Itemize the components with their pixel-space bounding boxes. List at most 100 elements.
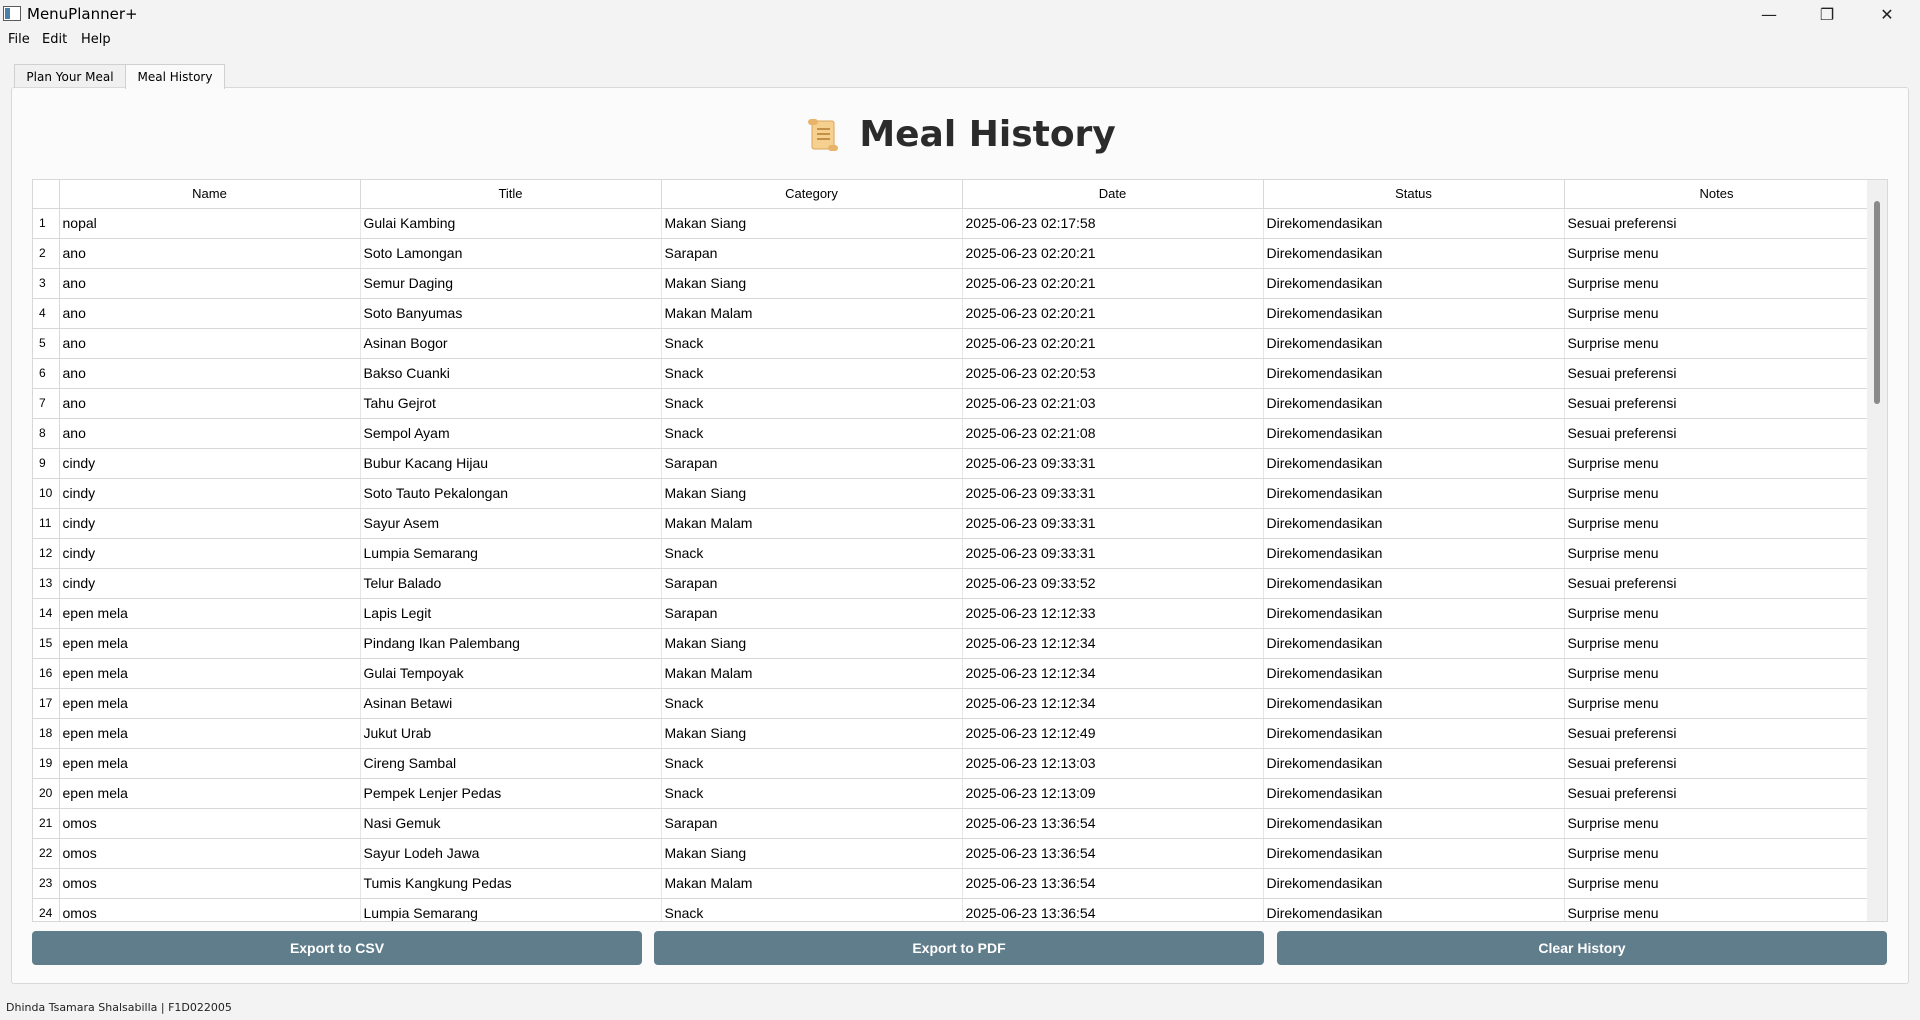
cell-title[interactable]: Soto Banyumas	[360, 298, 662, 329]
menu-edit[interactable]: Edit	[42, 32, 67, 47]
cell-category[interactable]: Makan Malam	[661, 298, 963, 329]
table-row[interactable]: 21 omos Nasi Gemuk Sarapan 2025-06-23 13:36:…	[33, 808, 1870, 839]
row-number[interactable]: 8	[33, 418, 60, 449]
row-number[interactable]: 12	[33, 538, 60, 569]
cell-date[interactable]: 2025-06-23 12:13:09	[962, 778, 1264, 809]
cell-notes[interactable]: Sesuai preferensi	[1564, 418, 1870, 449]
row-number[interactable]: 7	[33, 388, 60, 419]
cell-category[interactable]: Makan Malam	[661, 868, 963, 899]
table-row[interactable]: 14 epen mela Lapis Legit Sarapan 2025-06-23 …	[33, 598, 1870, 629]
table-row[interactable]: 19 epen mela Cireng Sambal Snack 2025-06-23 …	[33, 748, 1870, 779]
cell-name[interactable]: ano	[59, 238, 361, 269]
cell-category[interactable]: Sarapan	[661, 448, 963, 479]
close-button[interactable]: ✕	[1858, 0, 1916, 29]
cell-date[interactable]: 2025-06-23 02:20:21	[962, 298, 1264, 329]
cell-date[interactable]: 2025-06-23 12:13:03	[962, 748, 1264, 779]
cell-name[interactable]: ano	[59, 268, 361, 299]
tab-meal-history[interactable]: Meal History	[125, 64, 225, 89]
cell-status[interactable]: Direkomendasikan	[1263, 868, 1565, 899]
cell-name[interactable]: ano	[59, 298, 361, 329]
cell-category[interactable]: Snack	[661, 898, 963, 921]
cell-date[interactable]: 2025-06-23 12:12:33	[962, 598, 1264, 629]
cell-status[interactable]: Direkomendasikan	[1263, 298, 1565, 329]
cell-title[interactable]: Semur Daging	[360, 268, 662, 299]
table-row[interactable]: 9 cindy Bubur Kacang Hijau Sarapan 2025-06-2…	[33, 448, 1870, 479]
cell-notes[interactable]: Surprise menu	[1564, 628, 1870, 659]
cell-date[interactable]: 2025-06-23 02:20:21	[962, 238, 1264, 269]
cell-name[interactable]: epen mela	[59, 688, 361, 719]
cell-name[interactable]: cindy	[59, 448, 361, 479]
history-table[interactable]: Name Title Category Date Status Notes 1n…	[32, 179, 1888, 922]
minimize-button[interactable]: —	[1740, 0, 1798, 29]
table-row[interactable]: 12 cindy Lumpia Semarang Snack 2025-06-23 09…	[33, 538, 1870, 569]
cell-date[interactable]: 2025-06-23 09:33:31	[962, 478, 1264, 509]
cell-title[interactable]: Sayur Asem	[360, 508, 662, 539]
cell-title[interactable]: Soto Lamongan	[360, 238, 662, 269]
cell-title[interactable]: Nasi Gemuk	[360, 808, 662, 839]
cell-title[interactable]: Gulai Tempoyak	[360, 658, 662, 689]
table-row[interactable]: 23 omos Tumis Kangkung Pedas Makan Malam 202…	[33, 868, 1870, 899]
cell-name[interactable]: epen mela	[59, 778, 361, 809]
cell-status[interactable]: Direkomendasikan	[1263, 358, 1565, 389]
cell-name[interactable]: epen mela	[59, 748, 361, 779]
row-number[interactable]: 20	[33, 778, 60, 809]
cell-name[interactable]: epen mela	[59, 718, 361, 749]
cell-category[interactable]: Snack	[661, 418, 963, 449]
row-number[interactable]: 17	[33, 688, 60, 719]
cell-notes[interactable]: Sesuai preferensi	[1564, 208, 1870, 239]
cell-notes[interactable]: Surprise menu	[1564, 238, 1870, 269]
row-number[interactable]: 4	[33, 298, 60, 329]
table-row[interactable]: 5 ano Asinan Bogor Snack 2025-06-23 02:20:21…	[33, 328, 1870, 359]
cell-status[interactable]: Direkomendasikan	[1263, 628, 1565, 659]
cell-name[interactable]: ano	[59, 388, 361, 419]
cell-status[interactable]: Direkomendasikan	[1263, 658, 1565, 689]
cell-date[interactable]: 2025-06-23 02:20:21	[962, 268, 1264, 299]
table-row[interactable]: 1 nopal Gulai Kambing Makan Siang 2025-06-23…	[33, 208, 1870, 239]
cell-status[interactable]: Direkomendasikan	[1263, 718, 1565, 749]
tab-plan-your-meal[interactable]: Plan Your Meal	[14, 64, 126, 88]
cell-category[interactable]: Makan Siang	[661, 838, 963, 869]
cell-notes[interactable]: Sesuai preferensi	[1564, 568, 1870, 599]
cell-notes[interactable]: Surprise menu	[1564, 478, 1870, 509]
cell-notes[interactable]: Surprise menu	[1564, 538, 1870, 569]
cell-date[interactable]: 2025-06-23 09:33:31	[962, 448, 1264, 479]
cell-title[interactable]: Tumis Kangkung Pedas	[360, 868, 662, 899]
table-row[interactable]: 6 ano Bakso Cuanki Snack 2025-06-23 02:20:53…	[33, 358, 1870, 389]
row-number[interactable]: 11	[33, 508, 60, 539]
cell-status[interactable]: Direkomendasikan	[1263, 208, 1565, 239]
cell-title[interactable]: Lumpia Semarang	[360, 538, 662, 569]
cell-name[interactable]: cindy	[59, 478, 361, 509]
cell-title[interactable]: Lapis Legit	[360, 598, 662, 629]
cell-category[interactable]: Makan Siang	[661, 718, 963, 749]
cell-date[interactable]: 2025-06-23 13:36:54	[962, 838, 1264, 869]
cell-name[interactable]: omos	[59, 838, 361, 869]
cell-status[interactable]: Direkomendasikan	[1263, 898, 1565, 921]
cell-name[interactable]: cindy	[59, 538, 361, 569]
cell-name[interactable]: ano	[59, 358, 361, 389]
table-row[interactable]: 24 omos Lumpia Semarang Snack 2025-06-23 13:…	[33, 898, 1870, 921]
cell-name[interactable]: epen mela	[59, 658, 361, 689]
table-row[interactable]: 4 ano Soto Banyumas Makan Malam 2025-06-23 0…	[33, 298, 1870, 329]
cell-date[interactable]: 2025-06-23 09:33:31	[962, 508, 1264, 539]
cell-date[interactable]: 2025-06-23 02:20:21	[962, 328, 1264, 359]
cell-category[interactable]: Makan Malam	[661, 658, 963, 689]
export-csv-button[interactable]: Export to CSV	[32, 931, 642, 965]
column-header-title[interactable]: Title	[360, 180, 662, 209]
cell-name[interactable]: omos	[59, 898, 361, 921]
table-row[interactable]: 2 ano Soto Lamongan Sarapan 2025-06-23 02:20…	[33, 238, 1870, 269]
row-number[interactable]: 22	[33, 838, 60, 869]
cell-notes[interactable]: Surprise menu	[1564, 448, 1870, 479]
cell-notes[interactable]: Surprise menu	[1564, 328, 1870, 359]
cell-status[interactable]: Direkomendasikan	[1263, 418, 1565, 449]
cell-date[interactable]: 2025-06-23 09:33:52	[962, 568, 1264, 599]
column-header-category[interactable]: Category	[661, 180, 963, 209]
cell-notes[interactable]: Sesuai preferensi	[1564, 388, 1870, 419]
row-number[interactable]: 16	[33, 658, 60, 689]
cell-notes[interactable]: Surprise menu	[1564, 868, 1870, 899]
cell-title[interactable]: Sempol Ayam	[360, 418, 662, 449]
cell-category[interactable]: Snack	[661, 688, 963, 719]
column-header-name[interactable]: Name	[59, 180, 361, 209]
cell-date[interactable]: 2025-06-23 13:36:54	[962, 868, 1264, 899]
table-row[interactable]: 3 ano Semur Daging Makan Siang 2025-06-23 02…	[33, 268, 1870, 299]
cell-title[interactable]: Asinan Betawi	[360, 688, 662, 719]
